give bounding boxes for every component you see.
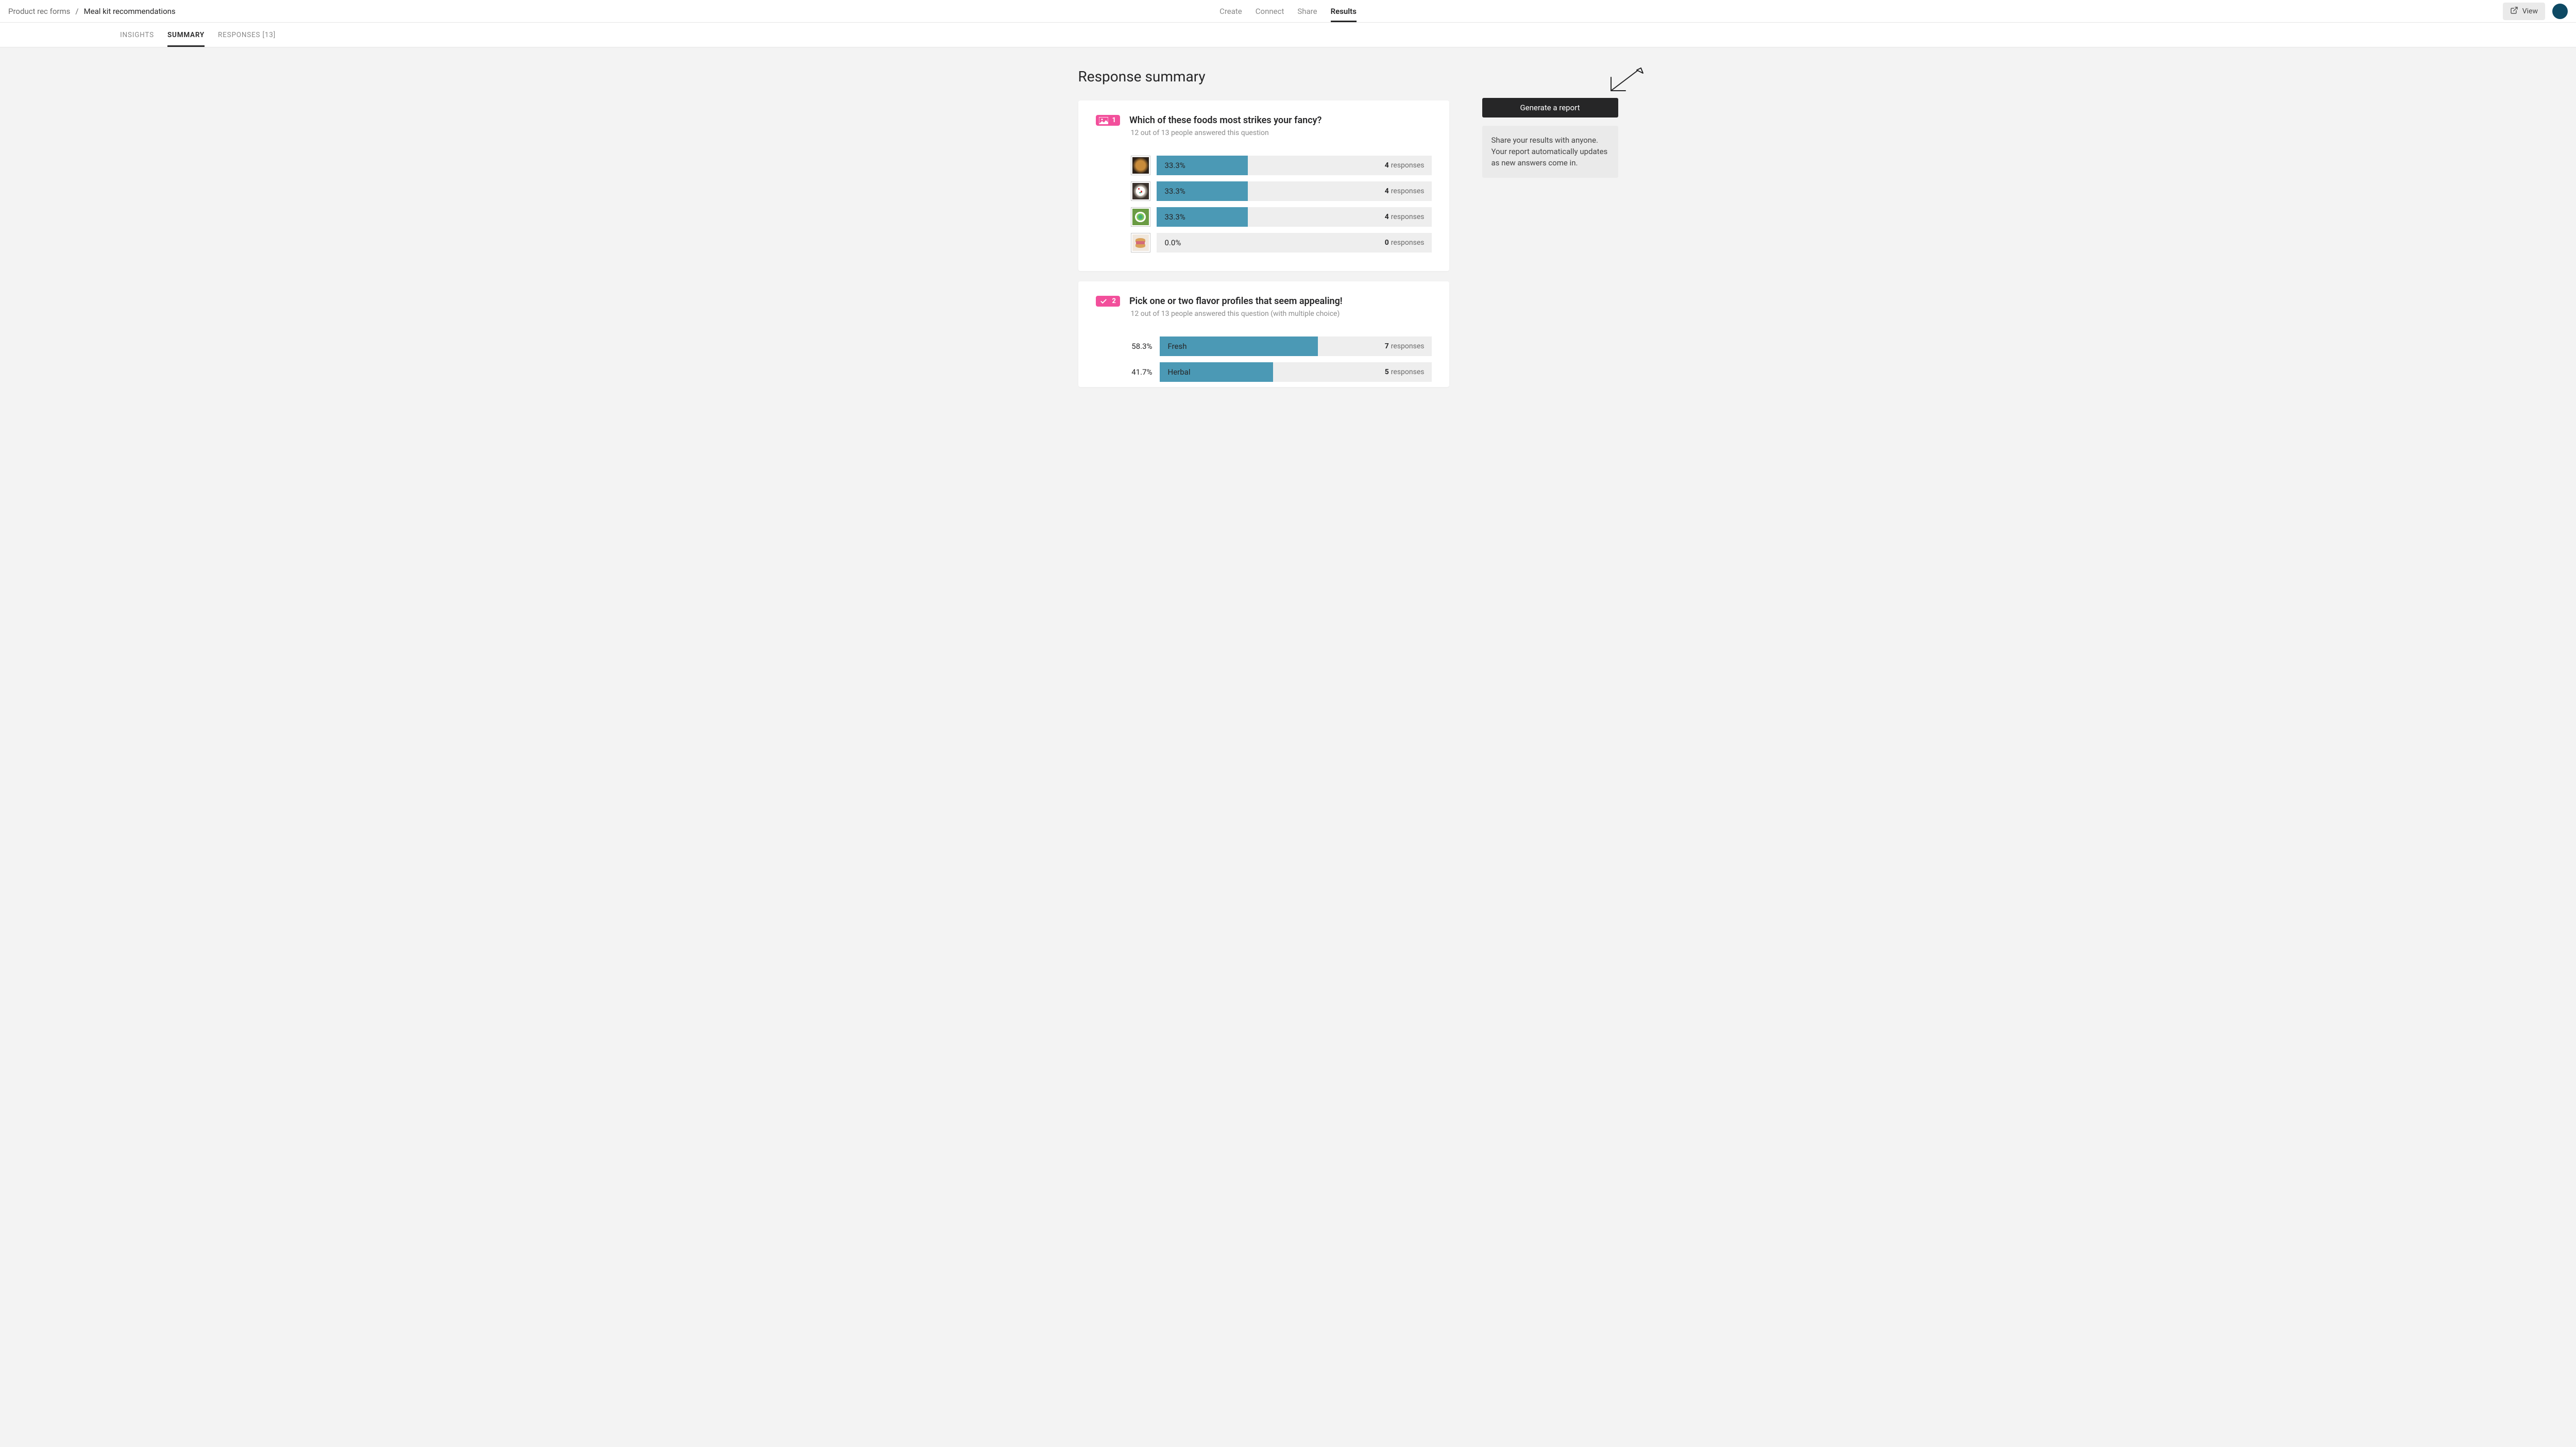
answer-percent: 33.3% [1157,187,1185,196]
question-card-1: 1 Which of these foods most strikes your… [1078,100,1449,271]
topbar: Product rec forms / Meal kit recommendat… [0,0,2576,23]
answer-thumbnail [1131,156,1150,175]
answer-count: 0responses [1385,233,1425,253]
question-title-2: Pick one or two flavor profiles that see… [1129,296,1343,307]
question-badge-1: 1 [1096,115,1120,126]
question-subtitle-2: 12 out of 13 people answered this questi… [1131,310,1432,318]
answer-percent: 33.3% [1157,212,1185,222]
question-2-answers: 58.3% Fresh 7responses 41.7% Herbal [1131,336,1432,382]
answer-row: 33.3% 4responses [1131,156,1432,175]
subtab-responses[interactable]: RESPONSES [13] [218,23,276,47]
answer-label: Fresh [1160,342,1187,351]
tab-results[interactable]: Results [1331,0,1357,22]
question-badge-2: 2 [1096,296,1120,307]
breadcrumb-separator: / [75,7,78,16]
answer-count: 7responses [1385,336,1425,356]
breadcrumb: Product rec forms / Meal kit recommendat… [8,7,176,16]
answer-percent: 0.0% [1157,238,1181,247]
answer-row: 33.3% 4responses [1131,181,1432,201]
answer-count: 4responses [1385,207,1425,227]
picture-choice-icon [1099,117,1108,124]
right-column: Generate a report Share your results wit… [1482,68,1618,178]
arrow-decoration-icon [1604,65,1644,103]
external-link-icon [2510,6,2518,16]
page-title: Response summary [1078,68,1449,85]
question-title-1: Which of these foods most strikes your f… [1129,115,1321,126]
answer-count: 4responses [1385,181,1425,201]
report-info-box: Share your results with anyone. Your rep… [1482,126,1618,178]
answer-row: 0.0% 0responses [1131,233,1432,253]
view-button[interactable]: View [2503,3,2545,20]
topbar-right: View [2503,3,2568,20]
answer-label: Herbal [1160,367,1191,377]
answer-percent: 33.3% [1157,161,1185,170]
answer-bar: 0.0% 0responses [1157,233,1432,253]
subtab-summary[interactable]: SUMMARY [167,23,205,47]
question-number-2: 2 [1112,297,1116,305]
answer-bar: Fresh 7responses [1160,336,1432,356]
main-column: Response summary 1 Which of these foods … [1078,68,1449,397]
main-tabs: Create Connect Share Results [1219,0,1357,22]
checkmark-icon [1099,298,1108,305]
answer-bar: Herbal 5responses [1160,362,1432,382]
avatar[interactable] [2552,4,2568,19]
generate-report-button[interactable]: Generate a report [1482,98,1618,117]
answer-row: 33.3% 4responses [1131,207,1432,227]
tab-create[interactable]: Create [1219,0,1242,22]
answer-thumbnail [1131,233,1150,253]
answer-thumbnail [1131,207,1150,227]
question-card-2: 2 Pick one or two flavor profiles that s… [1078,281,1449,387]
answer-percent: 58.3% [1131,342,1153,351]
question-number-1: 1 [1112,116,1116,124]
answer-row: 41.7% Herbal 5responses [1131,362,1432,382]
answer-thumbnail [1131,181,1150,201]
answer-bar: 33.3% 4responses [1157,207,1432,227]
answer-percent: 41.7% [1131,367,1153,377]
breadcrumb-current[interactable]: Meal kit recommendations [84,7,176,16]
subtabs: INSIGHTS SUMMARY RESPONSES [13] [0,23,2576,47]
answer-bar: 33.3% 4responses [1157,156,1432,175]
breadcrumb-parent[interactable]: Product rec forms [8,7,70,16]
answer-row: 58.3% Fresh 7responses [1131,336,1432,356]
page-body: Response summary 1 Which of these foods … [0,47,2576,428]
subtab-insights[interactable]: INSIGHTS [120,23,154,47]
answer-bar: 33.3% 4responses [1157,181,1432,201]
answer-count: 5responses [1385,362,1425,382]
tab-connect[interactable]: Connect [1256,0,1284,22]
answer-count: 4responses [1385,156,1425,175]
tab-share[interactable]: Share [1297,0,1317,22]
question-subtitle-1: 12 out of 13 people answered this questi… [1131,129,1432,137]
question-1-answers: 33.3% 4responses 33.3% 4responses [1131,156,1432,253]
view-button-label: View [2522,7,2538,15]
